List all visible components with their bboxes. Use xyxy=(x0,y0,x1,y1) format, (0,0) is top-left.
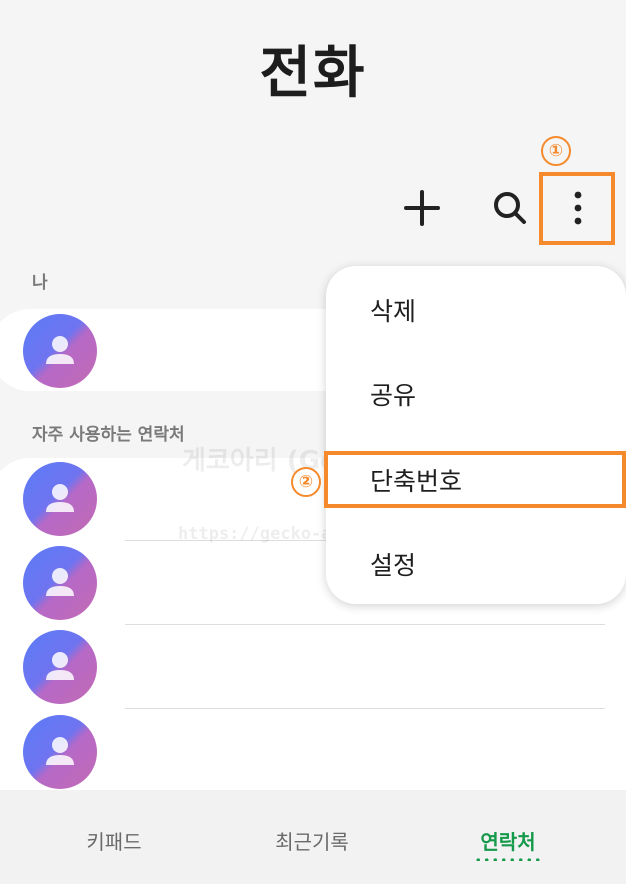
person-icon xyxy=(46,484,74,512)
menu-item-settings[interactable]: 설정 xyxy=(370,546,416,582)
callout-box-more-button xyxy=(539,172,615,245)
tab-recents[interactable]: 최근기록 xyxy=(266,826,358,855)
divider xyxy=(125,624,605,625)
tab-keypad[interactable]: 키패드 xyxy=(84,826,144,855)
overflow-menu: 삭제 공유 단축번호 설정 xyxy=(326,266,626,604)
active-tab-indicator xyxy=(474,858,542,861)
avatar[interactable] xyxy=(23,715,97,789)
menu-item-delete[interactable]: 삭제 xyxy=(370,292,416,328)
person-icon xyxy=(46,568,74,596)
bottom-navigation: 키패드 최근기록 연락처 xyxy=(0,790,626,884)
avatar xyxy=(23,314,97,388)
avatar[interactable] xyxy=(23,630,97,704)
section-label-frequent: 자주 사용하는 연락처 xyxy=(32,425,185,445)
callout-box-speed-dial xyxy=(324,451,626,508)
callout-number-2: ② xyxy=(291,467,321,497)
tab-contacts[interactable]: 연락처 xyxy=(474,826,542,855)
callout-number-1: ① xyxy=(541,136,571,166)
menu-item-share[interactable]: 공유 xyxy=(370,376,416,412)
plus-icon xyxy=(404,190,440,226)
add-contact-button[interactable] xyxy=(400,186,444,230)
page-title: 전화 xyxy=(259,41,367,106)
person-icon xyxy=(46,652,74,680)
search-button[interactable] xyxy=(488,186,532,230)
person-icon xyxy=(46,336,74,364)
avatar[interactable] xyxy=(23,462,97,536)
avatar[interactable] xyxy=(23,546,97,620)
search-icon xyxy=(494,192,526,224)
person-icon xyxy=(46,737,74,765)
divider xyxy=(125,708,605,709)
section-label-me: 나 xyxy=(32,273,48,293)
